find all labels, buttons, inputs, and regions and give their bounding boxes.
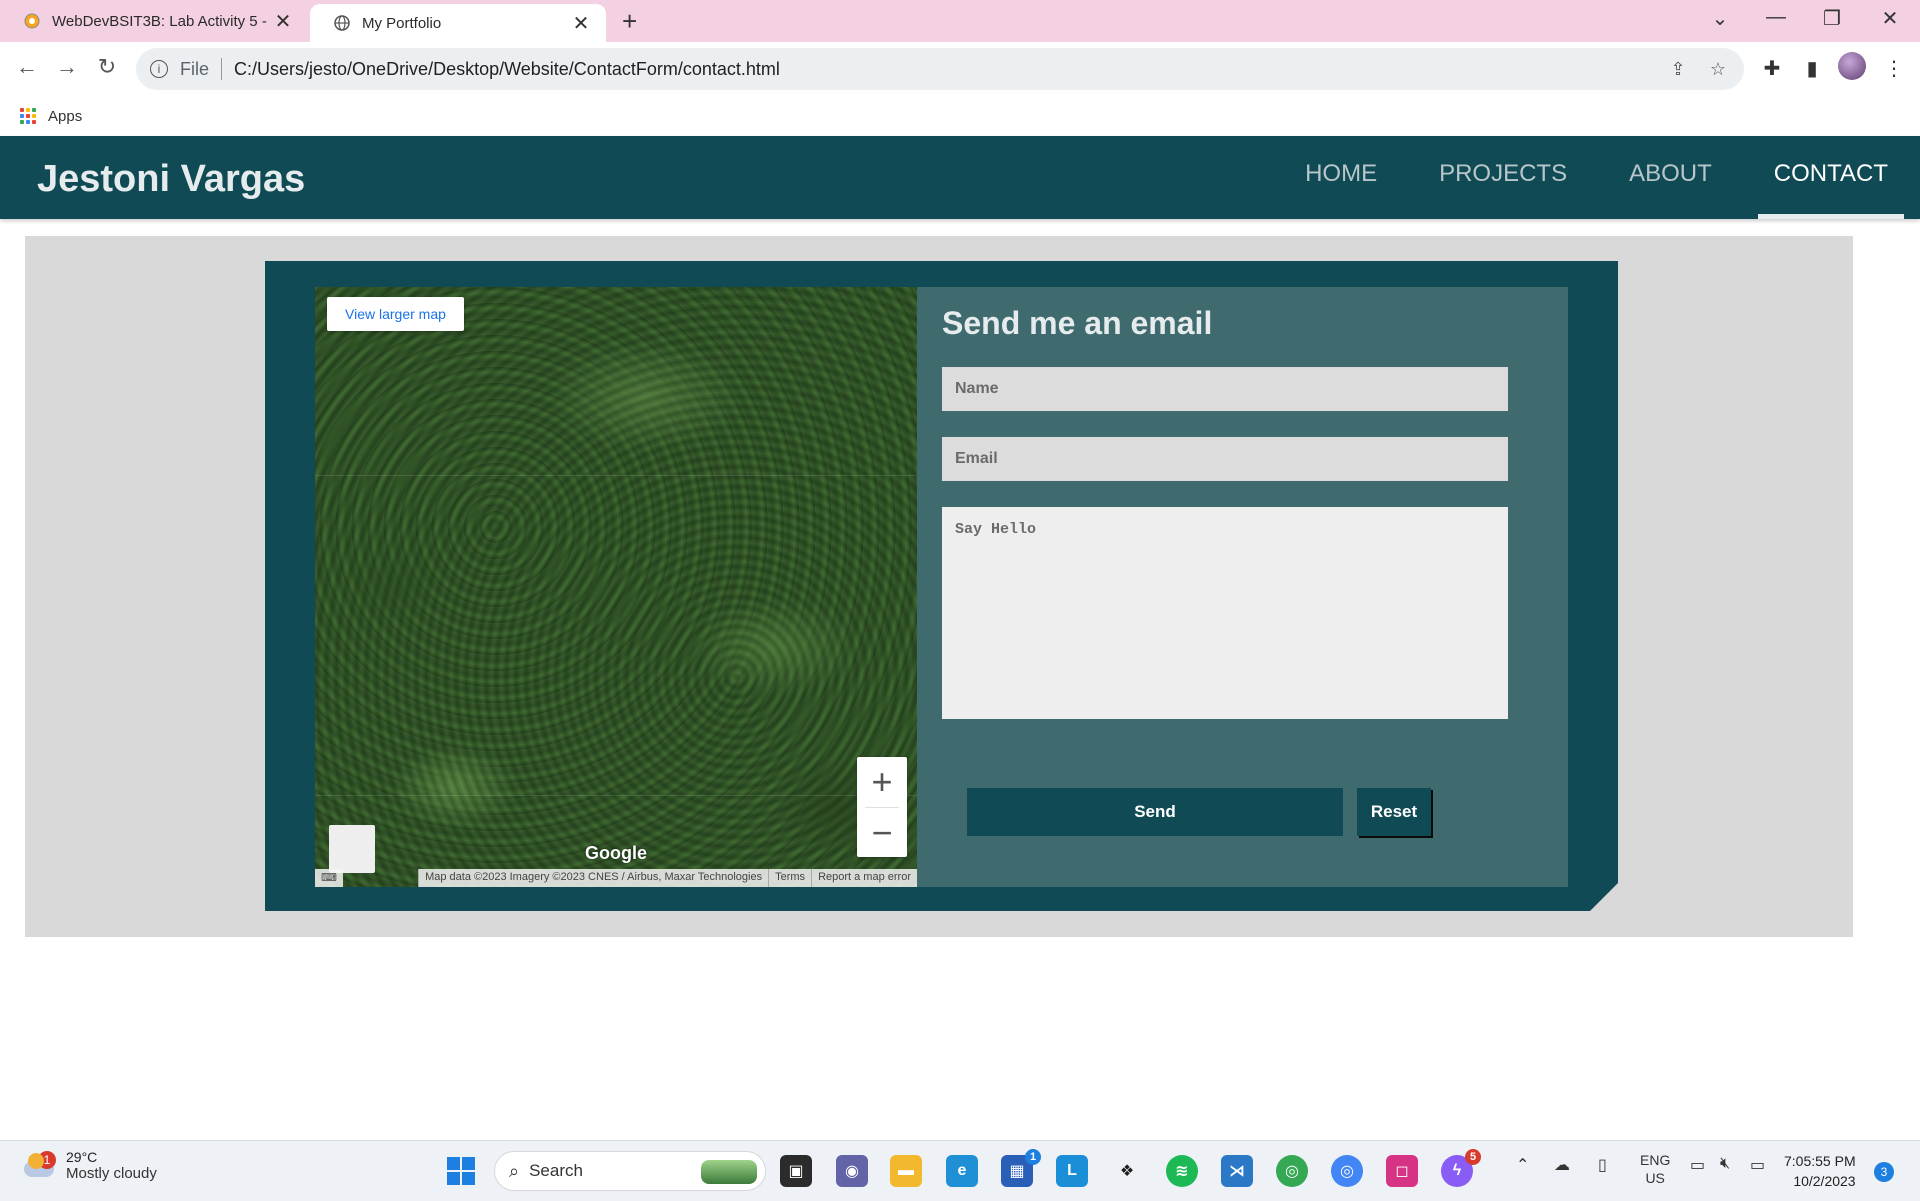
chrome-profile-icon[interactable]: ◎ — [1331, 1155, 1363, 1187]
google-logo: Google — [585, 843, 647, 863]
volume-muted-icon[interactable]: 🔇︎ — [1720, 1155, 1730, 1173]
nav-home[interactable]: HOME — [1289, 136, 1393, 219]
name-field[interactable] — [942, 367, 1508, 411]
task-view-icon[interactable]: ▣ — [780, 1155, 812, 1187]
address-scheme: File — [180, 58, 210, 79]
notification-badge[interactable]: 3 — [1874, 1162, 1894, 1182]
edge-browser-icon[interactable]: e — [946, 1155, 978, 1187]
address-url[interactable]: C:/Users/jesto/OneDrive/Desktop/Website/… — [234, 59, 1664, 80]
weather-temperature: 29°C — [66, 1149, 98, 1165]
instagram-icon[interactable]: ◻ — [1386, 1155, 1418, 1187]
email-field[interactable] — [942, 437, 1508, 481]
bookmark-star-icon[interactable]: ☆ — [1704, 59, 1732, 80]
share-icon[interactable]: ⇪ — [1664, 59, 1692, 80]
tab-my-portfolio[interactable]: My Portfolio ✕ — [310, 4, 606, 42]
nav-about[interactable]: ABOUT — [1613, 136, 1728, 219]
search-highlight-image — [701, 1160, 757, 1184]
language-code: ENG — [1640, 1152, 1671, 1168]
chrome-icon[interactable]: ◎ — [1276, 1155, 1308, 1187]
vscode-icon[interactable]: ⋊ — [1221, 1155, 1253, 1187]
site-header: Jestoni Vargas HOME PROJECTS ABOUT CONTA… — [0, 136, 1920, 219]
language-region: US — [1645, 1170, 1665, 1186]
taskbar-search-label: Search — [529, 1161, 583, 1180]
address-divider — [221, 58, 223, 80]
battery-icon[interactable]: ▭ — [1750, 1155, 1765, 1175]
tab-lab-activity[interactable]: WebDevBSIT3B: Lab Activity 5 - ✕ — [0, 0, 308, 42]
system-clock[interactable]: 7:05:55 PM 10/2/2023 — [1784, 1151, 1856, 1191]
profile-avatar[interactable] — [1838, 52, 1866, 80]
zoom-out-button[interactable]: − — [857, 808, 907, 858]
messenger-icon[interactable]: ϟ 5 — [1441, 1149, 1481, 1187]
minimize-button[interactable]: — — [1756, 6, 1796, 29]
globe-icon — [334, 15, 350, 31]
l-app-icon[interactable]: L — [1056, 1155, 1088, 1187]
onedrive-cloud-icon[interactable]: ☁ — [1554, 1155, 1570, 1175]
street-view-pegman[interactable] — [329, 825, 375, 873]
map-terms-link[interactable]: Terms — [768, 869, 812, 887]
nav-contact[interactable]: CONTACT — [1757, 136, 1904, 219]
show-hidden-icons-chevron-icon[interactable]: ⌃ — [1516, 1155, 1529, 1175]
search-icon: ⌕ — [509, 1160, 520, 1181]
windows-start-icon[interactable] — [447, 1157, 475, 1185]
dropbox-icon[interactable]: ❖ — [1111, 1155, 1143, 1187]
new-tab-button[interactable]: + — [622, 6, 637, 37]
embedded-map[interactable]: View larger map + − Google ⌨ Map data ©2… — [315, 287, 917, 887]
side-panel-icon[interactable]: ▮ — [1798, 56, 1826, 81]
zoom-in-button[interactable]: + — [857, 757, 907, 807]
forward-arrow-icon[interactable]: → — [52, 54, 82, 80]
send-button[interactable]: Send — [967, 788, 1343, 836]
map-data-credit: Map data ©2023 Imagery ©2023 CNES / Airb… — [418, 869, 769, 887]
report-map-error-link[interactable]: Report a map error — [811, 869, 917, 887]
tab-search-dropdown-icon[interactable]: ⌄ — [1700, 6, 1740, 31]
restore-button[interactable]: ❐ — [1812, 6, 1852, 31]
email-form-panel: Send me an email Send Reset — [917, 287, 1568, 887]
extensions-puzzle-icon[interactable]: ✚ — [1758, 56, 1786, 81]
site-name[interactable]: Jestoni Vargas — [37, 158, 305, 201]
taskbar-search[interactable]: ⌕ Search — [494, 1151, 766, 1191]
reset-button[interactable]: Reset — [1357, 788, 1431, 836]
weather-description: Mostly cloudy — [66, 1165, 157, 1182]
tab-strip: WebDevBSIT3B: Lab Activity 5 - ✕ My Port… — [0, 0, 1920, 42]
message-textarea[interactable] — [942, 507, 1508, 719]
store-badge: 1 — [1025, 1149, 1041, 1165]
teams-chat-icon[interactable]: ◉ — [836, 1155, 868, 1187]
reload-icon[interactable]: ↻ — [92, 54, 122, 80]
menu-kebab-icon[interactable]: ⋮ — [1880, 56, 1908, 81]
microsoft-store-icon[interactable]: ▦ 1 — [1001, 1149, 1041, 1187]
windows-taskbar: 1 29°C Mostly cloudy ⌕ Search ▣ ◉ ▬ e ▦ … — [0, 1140, 1920, 1201]
bookmarks-bar: Apps — [0, 96, 1920, 136]
form-title: Send me an email — [942, 305, 1213, 341]
close-window-button[interactable]: ✕ — [1870, 6, 1910, 31]
tab-title: My Portfolio — [362, 14, 442, 32]
language-indicator[interactable]: ENG US — [1640, 1151, 1670, 1187]
map-attribution: ⌨ Map data ©2023 Imagery ©2023 CNES / Ai… — [315, 869, 917, 887]
weather-badge: 1 — [38, 1150, 56, 1169]
map-tile-seam — [315, 475, 917, 476]
spotify-icon[interactable]: ≋ — [1166, 1155, 1198, 1187]
file-explorer-icon[interactable]: ▬ — [890, 1155, 922, 1187]
clock-date: 10/2/2023 — [1793, 1173, 1856, 1189]
tab-title: WebDevBSIT3B: Lab Activity 5 - — [52, 12, 267, 30]
map-tile-seam — [315, 795, 917, 796]
browser-toolbar: ← → ↻ i File C:/Users/jesto/OneDrive/Des… — [0, 42, 1920, 96]
network-monitor-icon[interactable]: ▭ — [1690, 1155, 1705, 1175]
nav-projects[interactable]: PROJECTS — [1423, 136, 1583, 219]
close-tab-icon[interactable]: ✕ — [570, 11, 592, 36]
weather-widget[interactable]: 1 29°C Mostly cloudy — [22, 1149, 157, 1182]
view-larger-map-link[interactable]: View larger map — [327, 297, 464, 331]
site-nav: HOME PROJECTS ABOUT CONTACT — [1259, 136, 1904, 219]
messenger-badge: 5 — [1465, 1149, 1481, 1165]
usb-drive-icon[interactable]: ▯ — [1598, 1155, 1607, 1175]
close-tab-icon[interactable]: ✕ — [272, 9, 294, 34]
map-zoom-control: + − — [857, 757, 907, 857]
info-icon[interactable]: i — [150, 60, 168, 78]
keyboard-shortcuts-icon[interactable]: ⌨ — [315, 869, 343, 887]
apps-bookmark[interactable]: Apps — [48, 108, 82, 125]
moodle-favicon-icon — [24, 13, 40, 29]
address-bar[interactable]: i File C:/Users/jesto/OneDrive/Desktop/W… — [136, 48, 1744, 90]
back-arrow-icon[interactable]: ← — [12, 54, 42, 80]
apps-grid-icon[interactable] — [20, 108, 36, 124]
clock-time: 7:05:55 PM — [1784, 1153, 1856, 1169]
partly-cloudy-icon: 1 — [22, 1150, 56, 1179]
